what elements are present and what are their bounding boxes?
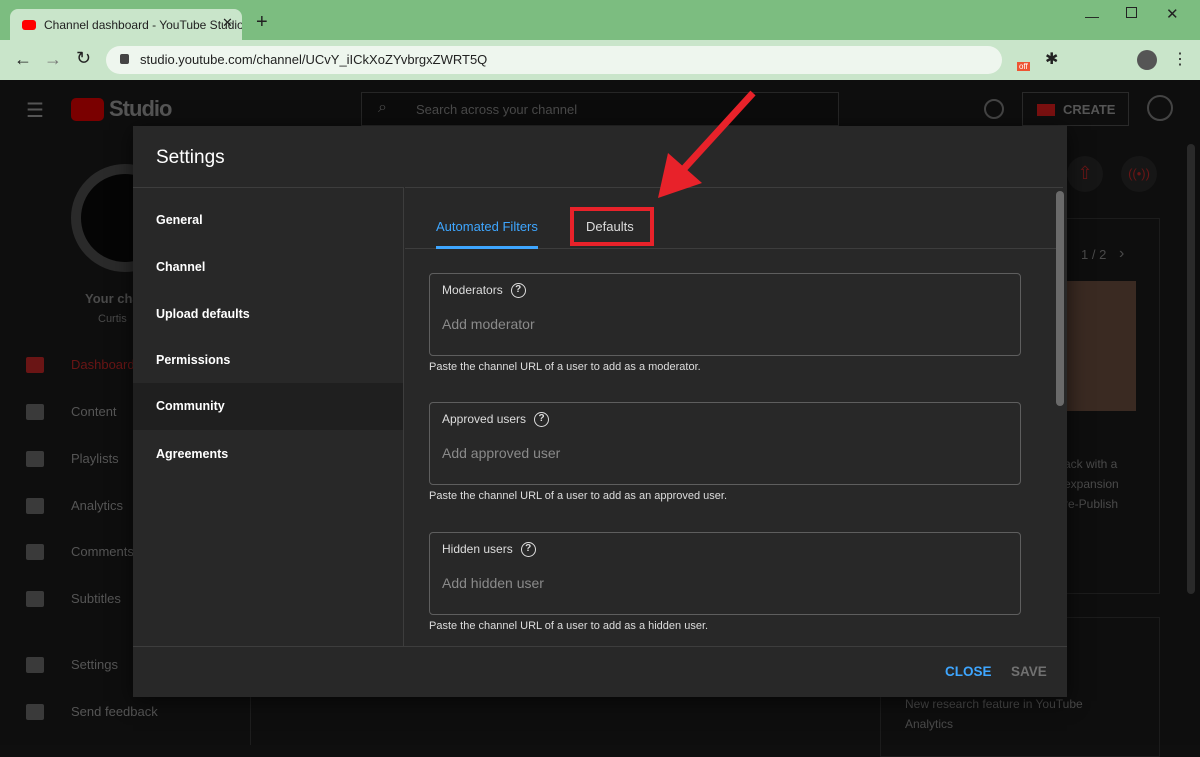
profile-avatar[interactable] — [1137, 50, 1157, 70]
sidebar-label: Comments — [71, 544, 134, 559]
lock-icon — [120, 54, 129, 64]
youtube-favicon-icon — [22, 20, 36, 30]
live-icon[interactable]: ((•)) — [1121, 156, 1157, 192]
moderators-field[interactable]: Moderators? Add moderator — [429, 273, 1021, 356]
upload-icon[interactable]: ⇧ — [1067, 156, 1103, 192]
comments-icon — [26, 544, 44, 560]
hidden-users-input[interactable]: Add hidden user — [442, 575, 544, 591]
tab-automated-filters[interactable]: Automated Filters — [436, 188, 538, 249]
hidden-users-field[interactable]: Hidden users? Add hidden user — [429, 532, 1021, 615]
settings-nav: General Channel Upload defaults Permissi… — [133, 187, 404, 647]
approved-users-field[interactable]: Approved users? Add approved user — [429, 402, 1021, 485]
snippet-line: ack with a — [1064, 457, 1118, 471]
maximize-icon[interactable] — [1126, 7, 1137, 18]
help-icon[interactable]: ? — [510, 283, 526, 299]
approved-users-label: Approved users — [442, 412, 527, 426]
dialog-scrollbar[interactable] — [1056, 191, 1064, 406]
settings-nav-general[interactable]: General — [133, 197, 403, 244]
create-label: CREATE — [1063, 102, 1116, 117]
hidden-users-label: Hidden users — [442, 542, 513, 556]
browser-tab-bar: Channel dashboard - YouTube Studio ✕ + —… — [0, 0, 1200, 40]
annotation-arrow-icon — [658, 90, 756, 198]
settings-nav-upload-defaults[interactable]: Upload defaults — [133, 291, 403, 338]
subtitles-icon — [26, 591, 44, 607]
snippet-line: expansion — [1064, 477, 1119, 491]
window-close-icon[interactable]: ✕ — [1166, 5, 1179, 23]
sidebar-label: Playlists — [71, 451, 119, 466]
moderators-label: Moderators — [442, 283, 503, 297]
tab-title: Channel dashboard - YouTube Studio — [44, 18, 242, 32]
playlists-icon — [26, 451, 44, 467]
forward-icon[interactable]: → — [44, 49, 62, 70]
approved-users-input[interactable]: Add approved user — [442, 445, 560, 461]
content-icon — [26, 404, 44, 420]
settings-dialog: Settings General Channel Upload defaults… — [133, 126, 1067, 697]
moderators-input[interactable]: Add moderator — [442, 316, 535, 332]
dashboard-icon — [26, 357, 44, 373]
camera-icon — [1037, 104, 1055, 116]
search-placeholder: Search across your channel — [416, 102, 578, 117]
creator-photo — [1066, 281, 1136, 411]
close-button[interactable]: CLOSE — [945, 664, 992, 679]
sidebar-label: Content — [71, 404, 117, 419]
analytics-icon — [26, 498, 44, 514]
moderators-help: Paste the channel URL of a user to add a… — [429, 361, 701, 373]
sidebar-label: Subtitles — [71, 591, 121, 606]
sidebar-label: Dashboard — [71, 357, 135, 372]
settings-icon — [26, 657, 44, 673]
dialog-footer: CLOSE SAVE — [133, 646, 1067, 697]
search-icon: ⌕ — [378, 99, 387, 116]
studio-logo[interactable]: Studio — [109, 96, 172, 122]
field-label: Moderators? — [442, 283, 526, 299]
page-scrollbar[interactable] — [1187, 144, 1195, 594]
pager: 1 / 2 — [1081, 247, 1107, 262]
approved-users-help: Paste the channel URL of a user to add a… — [429, 490, 728, 502]
settings-nav-community[interactable]: Community — [133, 383, 403, 430]
feedback-icon — [26, 704, 44, 720]
url-text: studio.youtube.com/channel/UCvY_iICkXoZY… — [140, 52, 488, 67]
account-avatar[interactable] — [1147, 95, 1173, 121]
new-tab-icon[interactable]: + — [256, 11, 268, 34]
help-icon[interactable] — [984, 99, 1004, 119]
extensions-icon[interactable]: ✱ — [1045, 49, 1058, 69]
tab-close-icon[interactable]: ✕ — [222, 15, 233, 31]
reload-icon[interactable]: ↻ — [76, 48, 91, 69]
settings-nav-agreements[interactable]: Agreements — [133, 431, 403, 478]
next-icon[interactable]: › — [1119, 245, 1124, 263]
dialog-title: Settings — [156, 147, 225, 168]
field-label: Approved users? — [442, 412, 550, 428]
sidebar-label: Analytics — [71, 498, 124, 513]
settings-nav-channel[interactable]: Channel — [133, 244, 403, 291]
save-button[interactable]: SAVE — [1011, 664, 1047, 679]
hamburger-icon[interactable]: ☰ — [26, 98, 44, 123]
news-text: New research feature in YouTube Analytic… — [905, 697, 1083, 731]
hidden-users-help: Paste the channel URL of a user to add a… — [429, 620, 709, 632]
settings-nav-permissions[interactable]: Permissions — [133, 337, 403, 384]
create-button[interactable]: CREATE — [1022, 92, 1129, 126]
help-icon[interactable]: ? — [520, 542, 536, 558]
url-field[interactable]: studio.youtube.com/channel/UCvY_iICkXoZY… — [106, 46, 1002, 74]
extension-badge[interactable]: off — [1017, 62, 1030, 71]
sidebar-label: Send feedback — [71, 704, 158, 719]
field-label: Hidden users? — [442, 542, 536, 558]
back-icon[interactable]: ← — [14, 49, 32, 70]
youtube-logo-icon — [71, 98, 104, 121]
snippet-line: re-Publish — [1064, 497, 1119, 511]
minimize-icon[interactable]: — — [1085, 8, 1099, 24]
browser-tab[interactable]: Channel dashboard - YouTube Studio — [10, 9, 242, 40]
menu-icon[interactable]: ⋮ — [1172, 49, 1188, 69]
help-icon[interactable]: ? — [534, 412, 550, 428]
channel-owner: Curtis — [98, 313, 127, 325]
sidebar-label: Settings — [71, 657, 118, 672]
